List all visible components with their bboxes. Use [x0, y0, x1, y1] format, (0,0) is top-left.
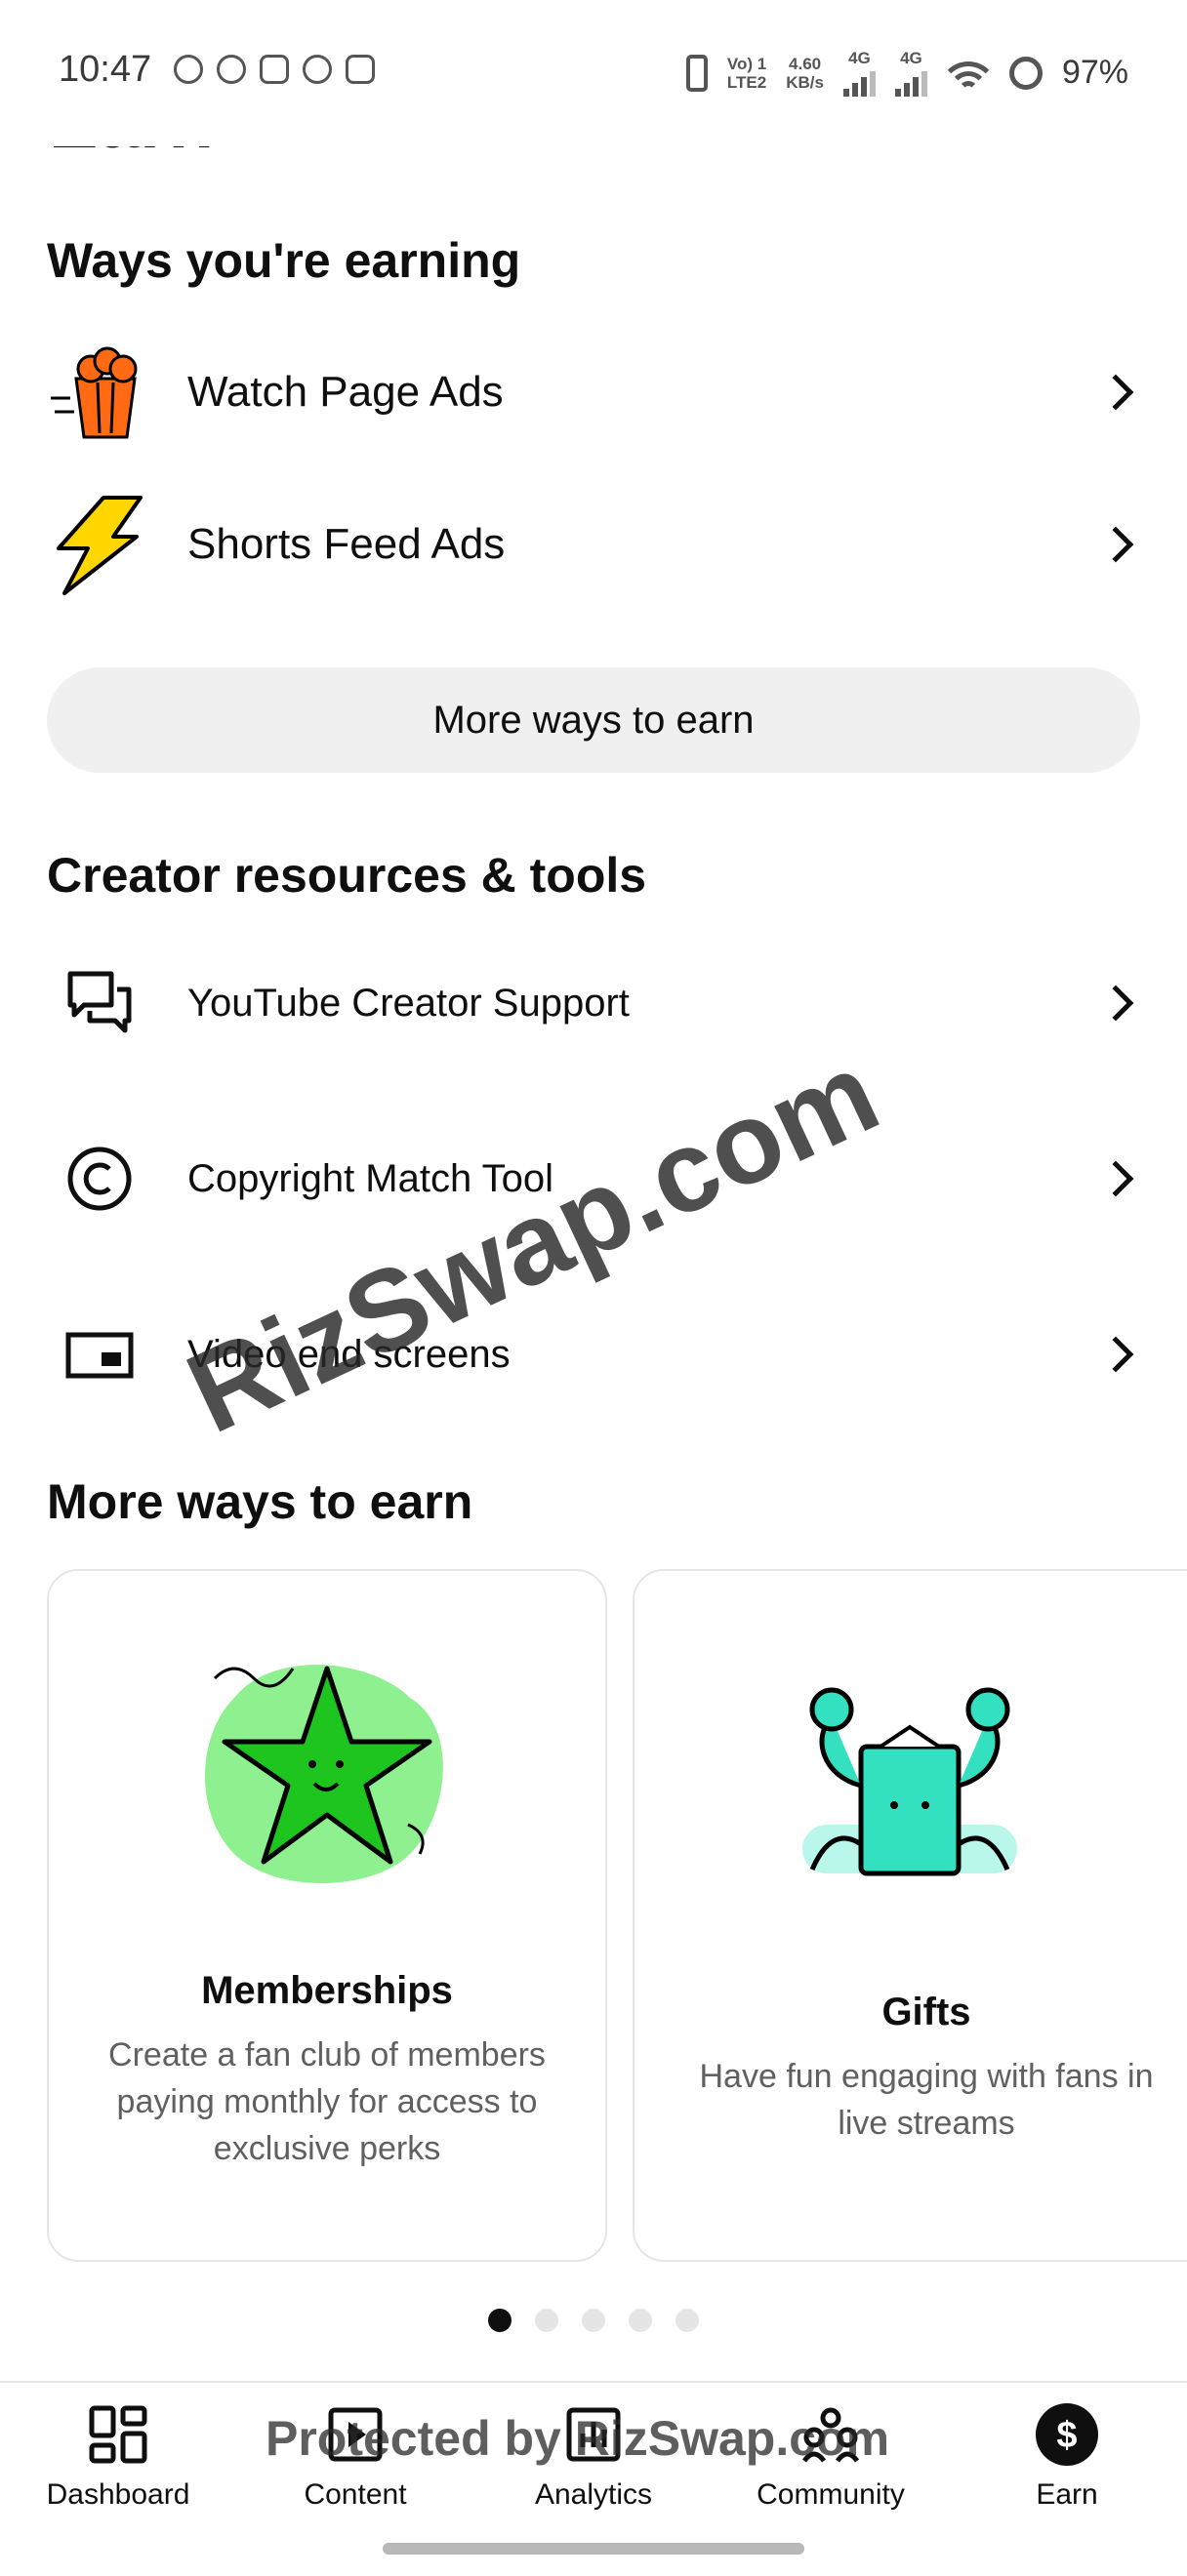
nav-label: Content [304, 2478, 407, 2511]
nav-label: Analytics [534, 2478, 653, 2511]
battery-icon [1008, 56, 1043, 90]
community-icon [797, 2400, 865, 2469]
signal-icon [842, 67, 876, 97]
card-title: Memberships [201, 1969, 453, 2012]
resource-item-label: YouTube Creator Support [187, 981, 630, 1025]
end-screen-icon [47, 1302, 152, 1407]
notification-icons [174, 55, 375, 84]
pagination-dot[interactable] [582, 2309, 605, 2332]
pagination-dot[interactable] [629, 2309, 652, 2332]
resource-item-video-end-screens[interactable]: Video end screens [0, 1296, 1187, 1413]
svg-text:$: $ [1056, 2415, 1077, 2456]
copyright-icon [47, 1126, 152, 1231]
lte-label: LTE2 [726, 72, 767, 92]
nav-label: Dashboard [46, 2478, 190, 2511]
lightning-icon [47, 492, 152, 597]
instagram-icon [346, 55, 375, 84]
earning-item-label: Watch Page Ads [187, 368, 504, 416]
resource-item-creator-support[interactable]: YouTube Creator Support [0, 945, 1187, 1062]
pagination-dot[interactable] [535, 2309, 558, 2332]
nav-community[interactable]: Community [723, 2400, 938, 2512]
net-speed: 4.60 KB/s [786, 55, 824, 92]
gifts-illustration [802, 1687, 1017, 1876]
creator-resources-title: Creator resources & tools [47, 848, 647, 903]
status-time: 10:47 [59, 49, 152, 90]
chevron-right-icon [1097, 1160, 1134, 1197]
net-speed-value: 4.60 [789, 54, 822, 73]
memberships-star-illustration [205, 1665, 443, 1883]
gifts-card[interactable]: Gifts Have fun engaging with fans in liv… [633, 1569, 1187, 2262]
nav-earn[interactable]: $ Earn [960, 2400, 1174, 2512]
pagination-dot[interactable] [675, 2309, 699, 2332]
more-ways-to-earn-button[interactable]: More ways to earn [47, 667, 1140, 773]
memberships-card[interactable]: Memberships Create a fan club of members… [47, 1569, 607, 2262]
chevron-right-icon [1097, 1336, 1134, 1373]
popcorn-icon [47, 340, 152, 445]
ways-earning-title: Ways you're earning [47, 233, 521, 288]
chevron-right-icon [1097, 526, 1134, 563]
dashboard-icon [84, 2400, 152, 2469]
more-ways-title: More ways to earn [47, 1474, 473, 1529]
telegram-icon [303, 55, 332, 84]
nav-dashboard[interactable]: Dashboard [11, 2400, 225, 2512]
home-indicator[interactable] [383, 2543, 804, 2555]
pagination-dot[interactable] [488, 2309, 512, 2332]
card-description: Create a fan club of members paying mont… [108, 2036, 546, 2167]
net-speed-unit: KB/s [786, 72, 824, 92]
signal-icon [894, 67, 927, 97]
status-bar: 10:47 Vo) 1 LTE2 4.60 KB/s 4G 4G 97% [0, 0, 1187, 146]
chevron-right-icon [1097, 985, 1134, 1022]
earning-item-shorts-feed-ads[interactable]: Shorts Feed Ads [0, 486, 1187, 603]
volte-indicator: Vo) 1 LTE2 [727, 55, 766, 92]
battery-percent: 97% [1061, 54, 1128, 91]
chat-bubbles-icon [47, 950, 152, 1056]
vibrate-icon [685, 54, 708, 92]
resource-item-label: Copyright Match Tool [187, 1156, 553, 1200]
card-title: Gifts [881, 1991, 971, 2033]
system-icons: Vo) 1 LTE2 4.60 KB/s 4G 4G 97% [685, 49, 1128, 97]
resource-item-label: Video end screens [187, 1332, 511, 1376]
sim2-signal: 4G [894, 49, 927, 97]
nav-label: Community [757, 2478, 905, 2511]
volte-label: Vo) 1 [726, 54, 767, 73]
snapchat-icon [260, 55, 289, 84]
wifi-icon [946, 58, 990, 89]
content-icon [321, 2400, 389, 2469]
dollar-icon: $ [1033, 2400, 1101, 2469]
nav-content[interactable]: Content [248, 2400, 463, 2512]
nav-label: Earn [1036, 2478, 1098, 2511]
earning-item-watch-page-ads[interactable]: Watch Page Ads [0, 334, 1187, 451]
nav-analytics[interactable]: Analytics [486, 2400, 701, 2512]
whatsapp-business-icon [217, 55, 246, 84]
sim1-label: 4G [848, 49, 871, 67]
resource-item-copyright-match[interactable]: Copyright Match Tool [0, 1120, 1187, 1237]
chevron-right-icon [1097, 374, 1134, 411]
sim1-signal: 4G [842, 49, 876, 97]
card-description: Have fun engaging with fans in live stre… [699, 2058, 1154, 2142]
analytics-icon [559, 2400, 628, 2469]
earning-item-label: Shorts Feed Ads [187, 520, 506, 568]
sim2-label: 4G [900, 49, 922, 67]
carousel-pagination [0, 2309, 1187, 2332]
whatsapp-icon [174, 55, 203, 84]
